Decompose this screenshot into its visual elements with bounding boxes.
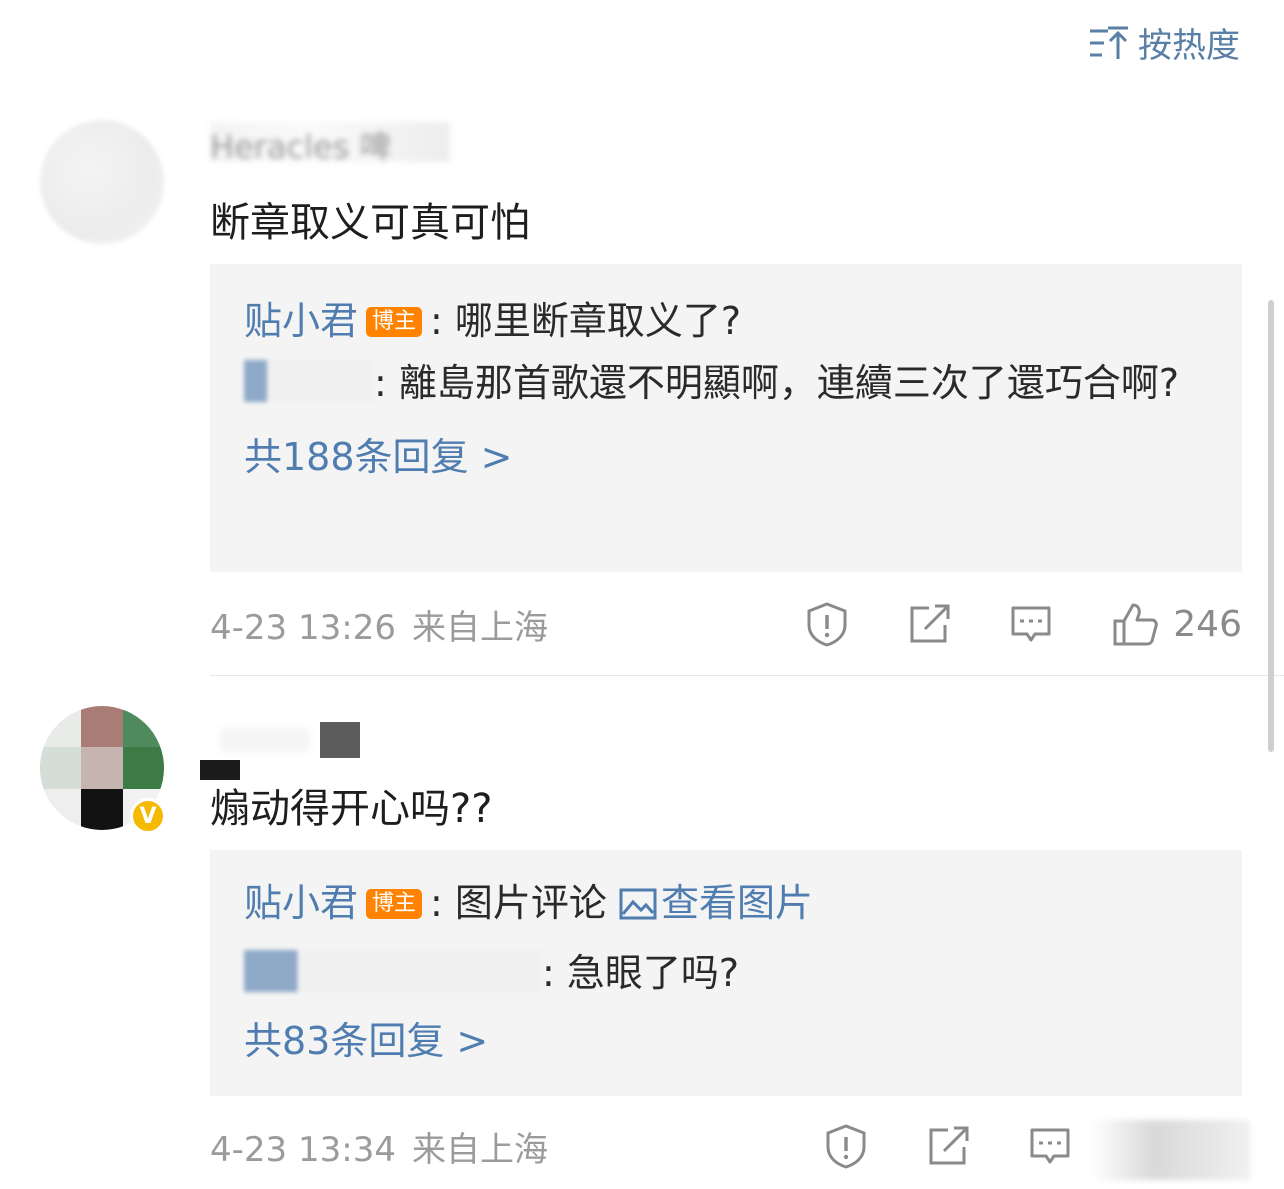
reply-preview-box[interactable]: 贴小君 博主: 哪里断章取义了? : 離島那首歌還不明顯啊，連續三次了還巧合啊? … [210,264,1242,572]
comment-icon [1011,606,1051,642]
share-icon [910,604,950,643]
reply-button[interactable] [1028,1126,1072,1166]
thumbs-up-icon [1113,603,1159,646]
reply-text: : 急眼了吗? [542,951,740,995]
reply-author-blurred[interactable] [244,360,372,402]
reply-line: : 急眼了吗? [244,942,1208,1004]
comment-location: 来自上海 [411,607,548,648]
report-button[interactable] [824,1123,868,1169]
sort-by-hot-button[interactable]: 按热度 [1088,18,1240,67]
reply-line: 贴小君 博主: 图片评论 查看图片 [244,872,1208,934]
scrollbar[interactable] [1268,300,1274,752]
divider [210,675,1284,676]
view-all-replies-link[interactable]: 共83条回复 > [244,1010,1208,1065]
reply-author[interactable]: 贴小君 [244,881,358,925]
comment-time: 4-23 13:26 [210,607,396,648]
reply-line: : 離島那首歌還不明顯啊，連續三次了還巧合啊? [244,352,1208,414]
report-icon [826,1124,866,1169]
comment-time: 4-23 13:34 [210,1129,396,1170]
reply-text: : 離島那首歌還不明顯啊，連續三次了還巧合啊? [374,361,1180,405]
image-icon [619,888,657,920]
comment-location: 来自上海 [411,1129,548,1170]
comment-text: 煽动得开心吗?? [210,786,493,832]
reply-author[interactable]: 贴小君 [244,299,358,343]
view-image-link[interactable]: 查看图片 [619,881,813,925]
share-button[interactable] [926,1125,970,1167]
reply-author-blurred[interactable] [244,950,540,992]
reply-text: : 图片评论 [430,881,607,925]
comment-username[interactable]: Heracles 啤 [210,122,450,162]
sort-label: 按热度 [1138,26,1240,66]
reply-text: : 哪里断章取义了? [430,299,742,343]
like-button[interactable]: 246 [1111,601,1242,647]
report-button[interactable] [805,601,849,647]
share-icon [929,1126,969,1165]
author-badge: 博主 [366,889,423,919]
like-button-obscured[interactable] [1090,1120,1250,1180]
comment-icon [1030,1128,1070,1164]
avatar[interactable] [40,120,164,244]
sort-icon [1088,25,1128,61]
comment-meta: 4-23 13:34 来自上海 [210,1118,1242,1174]
comment-text: 断章取义可真可怕 [210,200,530,246]
reply-line: 贴小君 博主: 哪里断章取义了? [244,290,1208,352]
verified-badge: V [130,798,166,834]
report-icon [807,602,847,647]
share-button[interactable] [907,603,951,645]
view-all-replies-link[interactable]: 共188条回复 > [244,426,1208,481]
like-count: 246 [1173,603,1242,645]
reply-button[interactable] [1009,604,1053,644]
comment-username-blurred[interactable] [200,718,410,780]
author-badge: 博主 [366,307,423,337]
reply-preview-box[interactable]: 贴小君 博主: 图片评论 查看图片 : 急眼了吗? 共83条回复 > [210,850,1242,1096]
comment-meta: 4-23 13:26 来自上海 246 [210,596,1242,652]
